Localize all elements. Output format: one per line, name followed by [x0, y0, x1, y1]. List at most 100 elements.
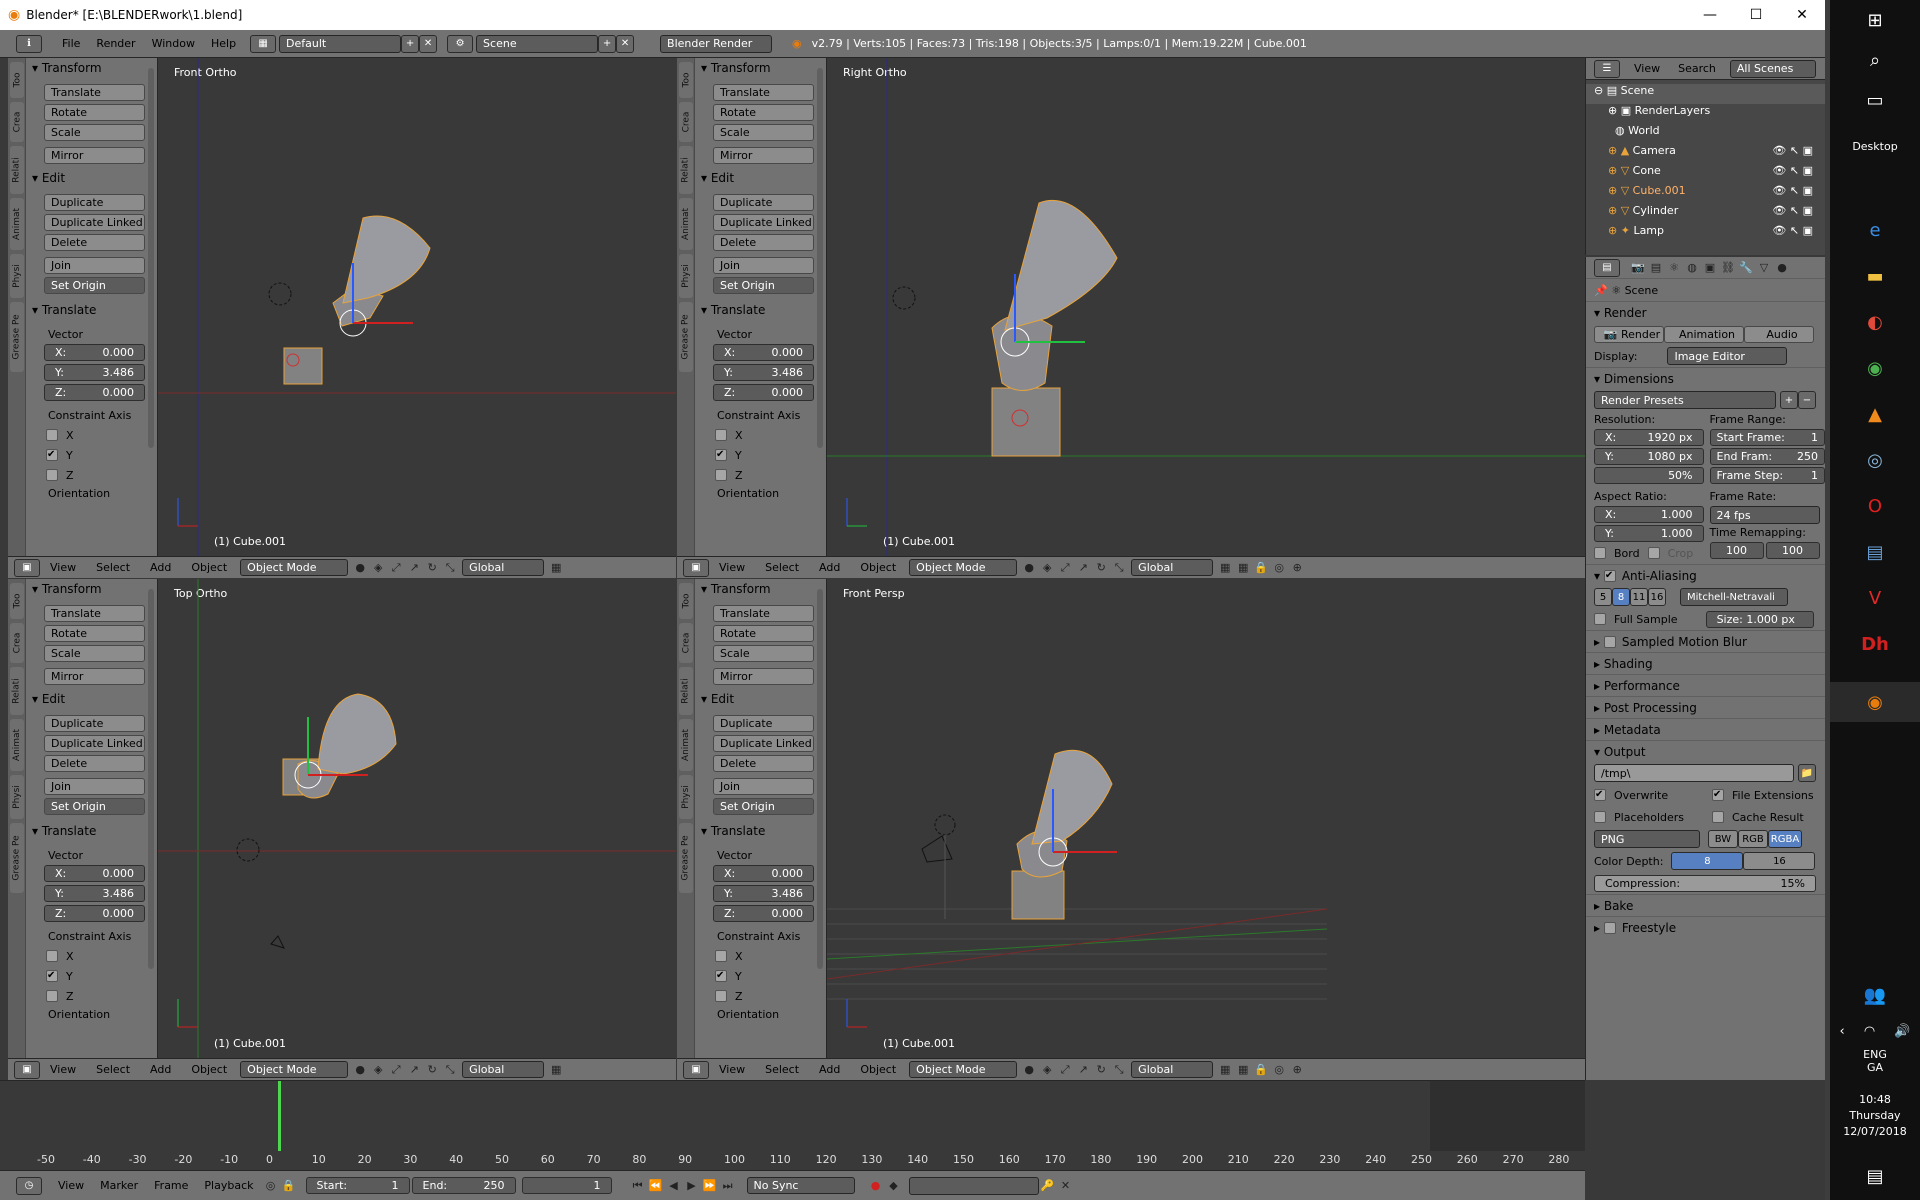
orientation-select[interactable]: Global — [1131, 1061, 1214, 1078]
visibility-icon[interactable]: 👁 ↖ ▣ — [1772, 184, 1813, 197]
preset-remove-icon[interactable]: − — [1798, 391, 1816, 409]
duplicate-linked-button[interactable]: Duplicate Linked — [44, 735, 145, 752]
sync-select[interactable]: No Sync — [746, 1177, 855, 1194]
placeholders-checkbox[interactable]: Placeholders — [1594, 807, 1712, 827]
duplicate-button[interactable]: Duplicate — [713, 194, 814, 211]
vector-x-field[interactable]: X: 0.000 — [44, 344, 145, 361]
animation-button[interactable]: Animation — [1664, 325, 1744, 343]
outliner-item[interactable]: ⊕ ▣ RenderLayers — [1586, 104, 1825, 124]
tab-tools[interactable]: Too — [679, 583, 693, 619]
transform-panel-header[interactable]: ▾ Transform — [695, 579, 826, 599]
mirror-button[interactable]: Mirror — [44, 147, 145, 164]
resolution-y-field[interactable]: Y: 1080 px — [1594, 448, 1704, 465]
next-key-icon[interactable]: ⏩ — [702, 1178, 718, 1194]
app-icon[interactable]: ▤ — [1830, 532, 1920, 572]
post-processing-panel-header[interactable]: ▸ Post Processing — [1586, 696, 1825, 718]
performance-panel-header[interactable]: ▸ Performance — [1586, 674, 1825, 696]
blender-taskbar-icon[interactable]: ◉ — [1830, 682, 1920, 722]
pin-icon[interactable]: 📌 — [1594, 284, 1608, 297]
mode-select[interactable]: Object Mode — [909, 559, 1018, 576]
end-frame-field[interactable]: End Fram: 250 — [1709, 448, 1825, 465]
mirror-button[interactable]: Mirror — [713, 147, 814, 164]
duplicate-linked-button[interactable]: Duplicate Linked — [44, 214, 145, 231]
play-reverse-icon[interactable]: ◀ — [666, 1178, 682, 1194]
join-button[interactable]: Join — [713, 257, 814, 274]
tab-physics[interactable]: Physi — [10, 775, 24, 819]
menu-select[interactable]: Select — [86, 561, 140, 574]
vector-z-field[interactable]: Z: 0.000 — [713, 384, 814, 401]
output-path-input[interactable]: /tmp\ — [1594, 764, 1794, 782]
freestyle-checkbox[interactable] — [1603, 921, 1616, 934]
file-explorer-icon[interactable]: ▬ — [1830, 256, 1920, 296]
constraint-y-checkbox[interactable]: ✔ Y — [715, 966, 826, 986]
desktop-label[interactable]: Desktop — [1830, 140, 1920, 153]
outliner-item[interactable]: ⊖ ▤ Scene — [1586, 84, 1825, 104]
ccleaner-icon[interactable]: ◐ — [1830, 302, 1920, 342]
menu-select[interactable]: Select — [755, 1063, 809, 1076]
set-origin-dropdown[interactable]: Set Origin — [44, 798, 145, 815]
rgba-button[interactable]: RGBA — [1768, 830, 1802, 848]
layers-tab-icon[interactable]: ▤ — [1648, 260, 1664, 276]
resolution-x-field[interactable]: X: 1920 px — [1594, 429, 1704, 446]
layout-select[interactable]: Default — [279, 34, 402, 53]
vector-z-field[interactable]: Z: 0.000 — [713, 905, 814, 922]
operator-panel-header[interactable]: ▾ Translate — [695, 300, 826, 320]
visibility-icon[interactable]: 👁 ↖ ▣ — [1772, 224, 1813, 237]
rgb-button[interactable]: RGB — [1738, 830, 1768, 848]
tab-tools[interactable]: Too — [10, 583, 24, 619]
render-engine-select[interactable]: Blender Render — [660, 34, 773, 53]
shading-icon[interactable]: ● — [1021, 560, 1037, 576]
tray-icons[interactable]: ‹ ◠ 🔊 — [1830, 1024, 1920, 1039]
aspect-x-field[interactable]: X: 1.000 — [1594, 506, 1704, 523]
dimensions-panel-header[interactable]: ▾ Dimensions — [1586, 367, 1825, 389]
timeline-menu-playback[interactable]: Playback — [196, 1179, 261, 1192]
freestyle-panel-header[interactable]: ▸ Freestyle — [1586, 916, 1825, 938]
pivot-icon[interactable]: ◈ — [370, 1062, 386, 1078]
outliner-item[interactable]: ⊕ ▽ Cone 👁 ↖ ▣ — [1586, 164, 1825, 184]
depth-16-button[interactable]: 16 — [1743, 852, 1816, 870]
tab-physics[interactable]: Physi — [679, 254, 693, 298]
audio-button[interactable]: Audio — [1744, 325, 1814, 343]
translate-button[interactable]: Translate — [44, 84, 145, 101]
translate-button[interactable]: Translate — [713, 84, 814, 101]
duplicate-linked-button[interactable]: Duplicate Linked — [713, 214, 814, 231]
translate-manip-icon[interactable]: ↗ — [406, 560, 422, 576]
edit-panel-header[interactable]: ▾ Edit — [695, 168, 826, 188]
scale-button[interactable]: Scale — [44, 645, 145, 662]
object-tab-icon[interactable]: ▣ — [1702, 260, 1718, 276]
tab-relations[interactable]: Relati — [679, 667, 693, 715]
layers2-icon[interactable]: ▦ — [1235, 1062, 1251, 1078]
editor-type-icon[interactable]: ▣ — [683, 558, 709, 577]
border-checkbox[interactable]: Bord — [1594, 543, 1640, 563]
motion-blur-panel-header[interactable]: ▸ Sampled Motion Blur — [1586, 630, 1825, 652]
tab-physics[interactable]: Physi — [679, 775, 693, 819]
menu-add[interactable]: Add — [809, 561, 850, 574]
notification-icon[interactable]: ▤ — [1830, 1156, 1920, 1196]
remap-old-field[interactable]: 100 — [1709, 542, 1764, 559]
jump-end-icon[interactable]: ⏭ — [720, 1178, 736, 1194]
join-button[interactable]: Join — [44, 778, 145, 795]
tab-relations[interactable]: Relati — [10, 667, 24, 715]
preview-range-icon[interactable]: ◎ — [263, 1178, 279, 1194]
constraint-z-checkbox[interactable]: Z — [46, 465, 157, 485]
viewport-3d[interactable]: Front Persp (1) Cube.001 — [827, 579, 1585, 1058]
remap-new-field[interactable]: 100 — [1765, 542, 1820, 559]
translate-manip-icon[interactable]: ↗ — [1075, 560, 1091, 576]
manipulator-icon[interactable]: ⤢ — [1057, 560, 1073, 576]
manipulator-icon[interactable]: ⤢ — [388, 1062, 404, 1078]
delete-button[interactable]: Delete — [44, 234, 145, 251]
menu-object[interactable]: Object — [850, 1063, 906, 1076]
start-frame-field[interactable]: Start Frame: 1 — [1709, 429, 1825, 446]
constraint-tab-icon[interactable]: ⛓ — [1720, 260, 1736, 276]
vector-y-field[interactable]: Y: 3.486 — [44, 364, 145, 381]
viewport-3d[interactable]: Top Ortho (1) Cube.001 — [158, 579, 676, 1058]
folder-icon[interactable]: 📁 — [1798, 764, 1816, 782]
edge-icon[interactable]: e — [1830, 210, 1920, 250]
constraint-z-checkbox[interactable]: Z — [46, 986, 157, 1006]
scene-add-icon[interactable]: + — [598, 34, 617, 53]
layers-icon[interactable]: ▦ — [1217, 560, 1233, 576]
tab-tools[interactable]: Too — [679, 62, 693, 98]
keying-icon[interactable]: ◆ — [886, 1178, 902, 1194]
outliner-item[interactable]: ⊕ ▽ Cube.001 👁 ↖ ▣ — [1586, 184, 1825, 204]
transform-panel-header[interactable]: ▾ Transform — [26, 579, 157, 599]
